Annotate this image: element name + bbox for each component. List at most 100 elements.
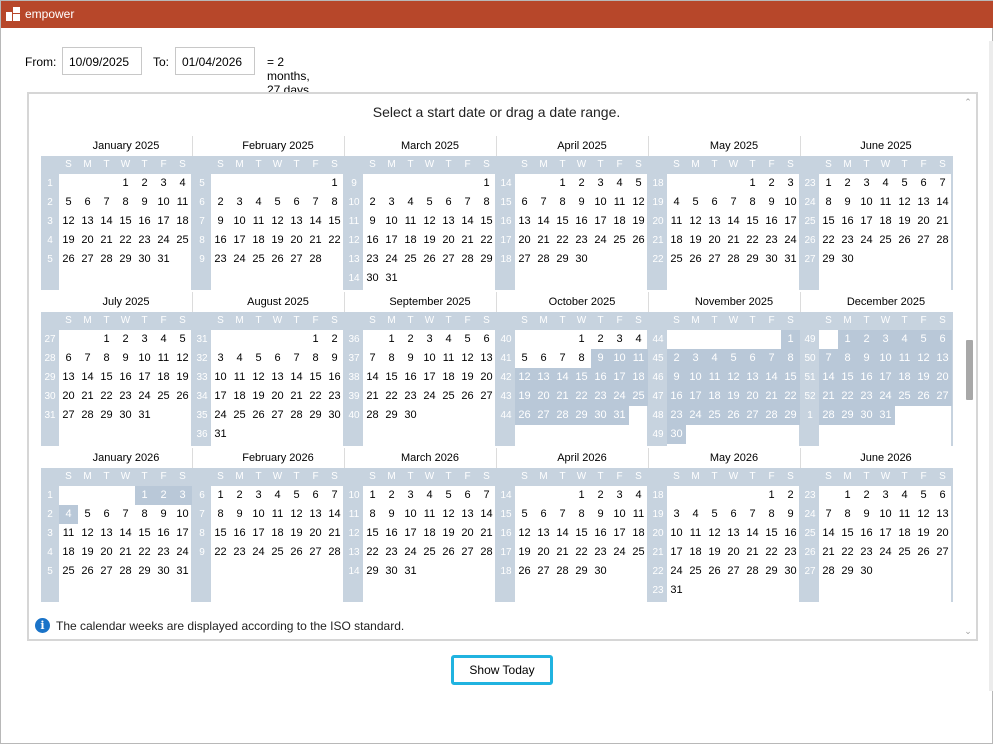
day-cell[interactable]: 7 (458, 193, 477, 212)
day-cell[interactable]: 18 (401, 231, 420, 250)
day-cell[interactable]: 20 (534, 543, 553, 562)
day-cell[interactable]: 19 (420, 231, 439, 250)
day-cell[interactable]: 19 (59, 231, 78, 250)
day-cell[interactable]: 5 (705, 505, 724, 524)
day-cell[interactable]: 28 (534, 250, 553, 269)
day-cell[interactable]: 23 (382, 543, 401, 562)
day-cell[interactable]: 18 (667, 231, 686, 250)
day-cell[interactable]: 28 (724, 250, 743, 269)
day-cell[interactable]: 13 (458, 505, 477, 524)
day-cell[interactable]: 29 (553, 250, 572, 269)
day-cell[interactable]: 6 (705, 193, 724, 212)
day-cell[interactable]: 14 (306, 212, 325, 231)
day-cell[interactable]: 25 (439, 387, 458, 406)
day-cell[interactable]: 23 (401, 387, 420, 406)
day-cell[interactable]: 21 (78, 387, 97, 406)
day-cell[interactable]: 20 (287, 231, 306, 250)
day-cell[interactable]: 30 (591, 406, 610, 425)
day-cell[interactable]: 23 (325, 387, 344, 406)
day-cell[interactable]: 3 (591, 174, 610, 193)
day-cell[interactable]: 28 (97, 250, 116, 269)
day-cell[interactable]: 11 (268, 505, 287, 524)
day-cell[interactable]: 5 (420, 193, 439, 212)
day-cell[interactable]: 14 (743, 524, 762, 543)
day-cell[interactable]: 16 (382, 524, 401, 543)
day-cell[interactable]: 23 (667, 406, 686, 425)
day-cell[interactable]: 29 (477, 250, 496, 269)
day-cell[interactable]: 19 (287, 524, 306, 543)
day-cell[interactable]: 14 (933, 193, 952, 212)
day-cell[interactable]: 10 (781, 193, 800, 212)
day-cell[interactable]: 13 (268, 368, 287, 387)
day-cell[interactable]: 26 (268, 250, 287, 269)
day-cell[interactable]: 19 (914, 368, 933, 387)
day-cell[interactable]: 18 (420, 524, 439, 543)
day-cell[interactable]: 11 (895, 505, 914, 524)
day-cell[interactable]: 3 (401, 486, 420, 505)
day-cell[interactable]: 6 (933, 330, 952, 349)
day-cell[interactable]: 25 (154, 387, 173, 406)
day-cell[interactable]: 8 (743, 193, 762, 212)
day-cell[interactable]: 21 (553, 387, 572, 406)
day-cell[interactable]: 2 (211, 193, 230, 212)
day-cell[interactable]: 2 (572, 174, 591, 193)
day-cell[interactable]: 22 (838, 387, 857, 406)
day-cell[interactable]: 21 (306, 231, 325, 250)
day-cell[interactable]: 17 (401, 524, 420, 543)
day-cell[interactable]: 20 (705, 231, 724, 250)
day-cell[interactable]: 24 (667, 562, 686, 581)
day-cell[interactable]: 3 (135, 330, 154, 349)
day-cell[interactable]: 6 (724, 505, 743, 524)
day-cell[interactable]: 24 (876, 387, 895, 406)
day-cell[interactable]: 10 (382, 212, 401, 231)
day-cell[interactable]: 18 (629, 368, 648, 387)
day-cell[interactable]: 23 (211, 250, 230, 269)
day-cell[interactable]: 17 (781, 212, 800, 231)
day-cell[interactable]: 28 (819, 406, 838, 425)
day-cell[interactable]: 5 (515, 505, 534, 524)
day-cell[interactable]: 18 (439, 368, 458, 387)
day-cell[interactable]: 20 (78, 231, 97, 250)
day-cell[interactable]: 5 (724, 349, 743, 368)
day-cell[interactable]: 1 (477, 174, 496, 193)
day-cell[interactable]: 22 (116, 231, 135, 250)
day-cell[interactable]: 11 (249, 212, 268, 231)
day-cell[interactable]: 6 (743, 349, 762, 368)
day-cell[interactable]: 7 (933, 174, 952, 193)
day-cell[interactable]: 24 (382, 250, 401, 269)
day-cell[interactable]: 27 (534, 406, 553, 425)
day-cell[interactable]: 22 (838, 543, 857, 562)
day-cell[interactable]: 3 (173, 486, 192, 505)
day-cell[interactable]: 14 (724, 212, 743, 231)
day-cell[interactable]: 7 (534, 193, 553, 212)
day-cell[interactable]: 5 (914, 486, 933, 505)
day-cell[interactable]: 6 (439, 193, 458, 212)
day-cell[interactable]: 30 (857, 406, 876, 425)
day-cell[interactable]: 30 (838, 250, 857, 269)
day-cell[interactable]: 17 (591, 212, 610, 231)
day-cell[interactable]: 12 (420, 212, 439, 231)
day-cell[interactable]: 4 (230, 349, 249, 368)
day-cell[interactable]: 22 (743, 231, 762, 250)
day-cell[interactable]: 26 (249, 406, 268, 425)
day-cell[interactable]: 7 (287, 349, 306, 368)
day-cell[interactable]: 17 (135, 368, 154, 387)
day-cell[interactable]: 16 (401, 368, 420, 387)
day-cell[interactable]: 19 (173, 368, 192, 387)
day-cell[interactable]: 5 (78, 505, 97, 524)
day-cell[interactable]: 8 (363, 505, 382, 524)
day-cell[interactable]: 18 (59, 543, 78, 562)
day-cell[interactable]: 30 (154, 562, 173, 581)
day-cell[interactable]: 24 (211, 406, 230, 425)
day-cell[interactable]: 19 (78, 543, 97, 562)
day-cell[interactable]: 2 (154, 486, 173, 505)
day-cell[interactable]: 25 (268, 543, 287, 562)
day-cell[interactable]: 21 (762, 387, 781, 406)
calendar-scrollbar[interactable]: ⌃ ⌄ (962, 96, 974, 637)
day-cell[interactable]: 30 (591, 562, 610, 581)
day-cell[interactable]: 10 (610, 505, 629, 524)
day-cell[interactable]: 12 (268, 212, 287, 231)
day-cell[interactable]: 2 (667, 349, 686, 368)
day-cell[interactable]: 7 (819, 349, 838, 368)
day-cell[interactable]: 23 (762, 231, 781, 250)
